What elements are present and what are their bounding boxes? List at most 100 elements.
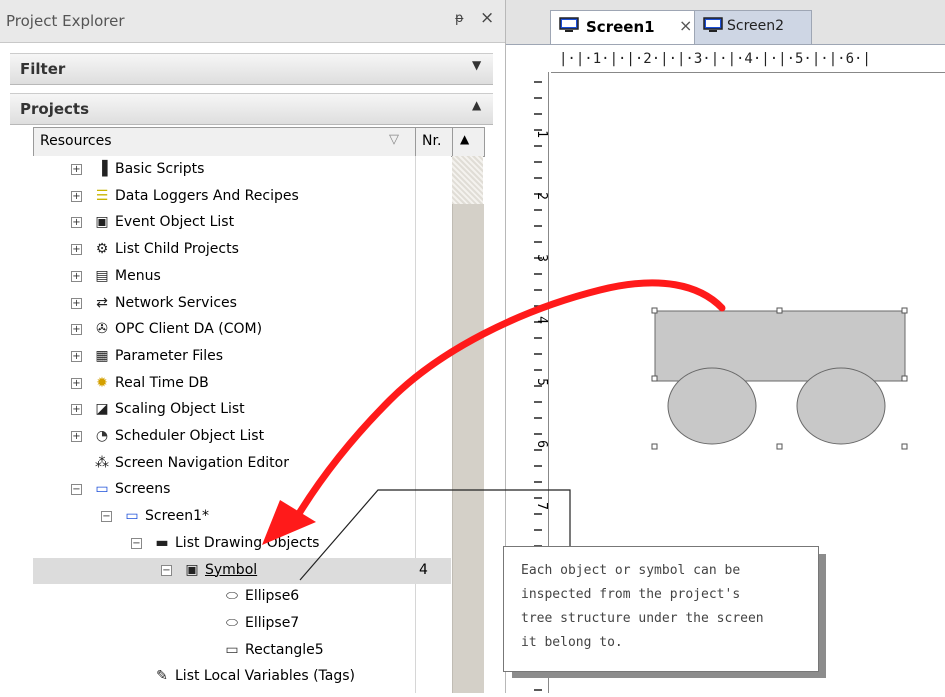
pin-icon[interactable]: ᵽ [455, 11, 464, 26]
ellipse6-shape[interactable] [667, 367, 757, 445]
variables-icon: ✎ [156, 668, 168, 685]
close-icon[interactable]: × [480, 8, 494, 28]
tree-item-label: Scaling Object List [115, 401, 245, 418]
tree-item[interactable]: − ▭ Screen1* [33, 504, 451, 530]
ruler-scale: |·|·1·|·|·2·|·|·3·|·|·4·|·|·5·|·|·6·| [559, 51, 871, 67]
chevron-down-icon[interactable]: ▼ [472, 58, 481, 72]
network-icon: ⇄ [96, 294, 108, 311]
tree-item[interactable]: ⬭ Ellipse7 [33, 611, 451, 637]
horizontal-ruler: |·|·1·|·|·2·|·|·3·|·|·4·|·|·5·|·|·6·| [551, 48, 945, 73]
expand-icon[interactable]: + [71, 244, 82, 256]
ruler-number: 7 [534, 502, 548, 510]
expand-icon[interactable]: + [71, 350, 82, 362]
tree-item[interactable]: ⁂ Screen Navigation Editor [33, 451, 451, 477]
folder-icon: ▬ [155, 534, 169, 551]
database-icon: ☰ [95, 187, 109, 204]
expand-icon[interactable]: + [71, 297, 82, 309]
tree-item[interactable]: + ✹ Real Time DB [33, 371, 451, 397]
tree-item[interactable]: ⬭ Ellipse6 [33, 584, 451, 610]
tree-item[interactable]: − ▭ Screens [33, 477, 451, 503]
expand-icon[interactable]: + [71, 217, 82, 229]
tree-item-label: Network Services [115, 294, 237, 311]
tree-item[interactable]: + ▣ Event Object List [33, 210, 451, 236]
explorer-title-bar: Project Explorer ᵽ × [0, 0, 505, 43]
callout-line: tree structure under the screen [521, 611, 764, 626]
expand-icon[interactable]: + [71, 431, 82, 442]
tree-item[interactable]: + ▐ Basic Scripts [33, 157, 451, 183]
tree-item-label: Menus [115, 267, 161, 284]
rectangle-icon: ▭ [225, 641, 239, 658]
callout-line: it belong to. [521, 635, 623, 650]
screens-icon: ▭ [95, 481, 109, 498]
tree-item[interactable]: ▭ Rectangle5 [33, 638, 451, 664]
rectangle5-shape[interactable] [654, 310, 906, 382]
ruler-number: 4 [534, 316, 548, 324]
tab-label: Screen2 [727, 18, 785, 34]
tree-item[interactable]: + ▦ Parameter Files [33, 344, 451, 370]
tree-item-label: Data Loggers And Recipes [115, 187, 299, 204]
tree-item[interactable]: + ◪ Scaling Object List [33, 397, 451, 423]
callout-box: Each object or symbol can be inspected f… [503, 546, 819, 672]
symbol-icon: ▣ [185, 561, 199, 578]
tree-item[interactable]: + ✇ OPC Client DA (COM) [33, 317, 451, 343]
column-header-nr[interactable]: Nr. [422, 133, 441, 149]
callout-line: Each object or symbol can be [521, 563, 741, 578]
projects-section-header[interactable]: Projects ▲ [10, 93, 493, 125]
collapse-icon[interactable]: − [131, 537, 142, 549]
tree-item-label: OPC Client DA (COM) [115, 321, 263, 338]
tree-item-label: Symbol [205, 561, 258, 578]
scrollbar-track[interactable] [452, 156, 483, 204]
tree-item[interactable]: + ◔ Scheduler Object List [33, 424, 451, 450]
chevron-up-icon[interactable]: ▲ [472, 98, 481, 112]
filter-icon[interactable]: ▽ [389, 132, 399, 147]
tree-item[interactable]: − ▬ List Drawing Objects [33, 531, 451, 557]
ellipse-icon: ⬭ [226, 614, 238, 631]
callout-text: Each object or symbol can be inspected f… [521, 559, 811, 655]
collapse-icon[interactable]: − [101, 511, 112, 523]
tab-screen2[interactable]: Screen2 [694, 10, 812, 44]
tree-item[interactable]: + ▤ Menus [33, 264, 451, 290]
tree-item-label: Screen Navigation Editor [115, 454, 289, 471]
scroll-up-icon[interactable]: ▲ [460, 132, 469, 146]
tree-item-label: Rectangle5 [245, 641, 324, 658]
tree-item[interactable]: − ▣ Symbol 4 [33, 557, 451, 584]
ruler-number: 2 [534, 192, 548, 200]
column-divider[interactable] [452, 128, 453, 156]
callout-line: inspected from the project's [521, 587, 741, 602]
ruler-number: 3 [534, 254, 548, 262]
expand-icon[interactable]: + [71, 270, 82, 282]
tree-item[interactable]: + ⇄ Network Services [33, 291, 451, 317]
expand-icon[interactable]: + [71, 190, 82, 202]
filter-section-header[interactable]: Filter ▼ [10, 53, 493, 85]
tree-item-label: List Drawing Objects [175, 534, 320, 551]
expand-icon[interactable]: + [71, 377, 82, 389]
ellipse7-shape[interactable] [796, 367, 886, 445]
script-icon: ▐ [96, 161, 108, 177]
expand-icon[interactable]: + [71, 164, 82, 175]
expand-icon[interactable]: + [71, 404, 82, 416]
tree-item-label: Screen1* [145, 508, 210, 525]
tree-item-label: List Child Projects [115, 241, 239, 258]
scheduler-clock-icon: ◔ [95, 428, 109, 444]
tree-item[interactable]: + ⚙ List Child Projects [33, 237, 451, 263]
tree-scrollbar[interactable] [452, 156, 484, 693]
item-count: 4 [419, 561, 428, 578]
tree-item[interactable]: ✎ List Local Variables (Tags) [33, 664, 451, 690]
scrollbar-thumb[interactable] [452, 204, 484, 693]
column-header-resources[interactable]: Resources [40, 133, 112, 149]
column-divider[interactable] [415, 128, 416, 156]
projects-label: Projects [20, 100, 90, 118]
tab-screen1[interactable]: Screen1 × [550, 10, 702, 44]
tree-item[interactable]: + ☰ Data Loggers And Recipes [33, 184, 451, 210]
gears-icon: ⚙ [95, 241, 109, 258]
collapse-icon[interactable]: − [161, 564, 172, 576]
tree-item-label: Ellipse6 [245, 588, 300, 605]
tree-item-label: List Local Variables (Tags) [175, 668, 356, 685]
parameter-file-icon: ▦ [95, 347, 109, 364]
ellipse-icon: ⬭ [226, 588, 238, 605]
close-tab-icon[interactable]: × [679, 16, 692, 35]
expand-icon[interactable]: + [71, 324, 82, 336]
collapse-icon[interactable]: − [71, 484, 82, 496]
menu-icon: ▤ [95, 267, 109, 284]
opc-icon: ✇ [96, 321, 108, 338]
